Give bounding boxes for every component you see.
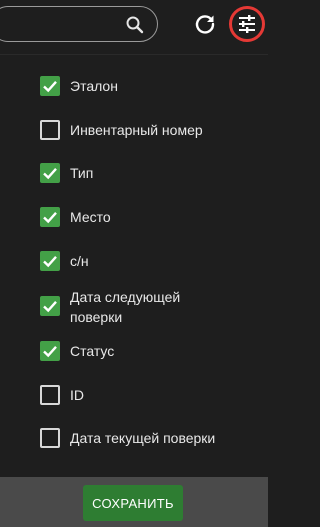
- column-label: ID: [70, 387, 84, 403]
- check-icon: [43, 255, 57, 268]
- checkbox-checked[interactable]: [40, 341, 60, 361]
- checkbox-checked[interactable]: [40, 296, 60, 316]
- checkbox-checked[interactable]: [40, 251, 60, 271]
- list-item[interactable]: Эталон: [40, 76, 240, 96]
- column-label: Эталон: [70, 78, 118, 94]
- checkbox-unchecked[interactable]: [40, 120, 60, 140]
- refresh-icon[interactable]: [193, 12, 217, 36]
- check-icon: [43, 167, 57, 180]
- check-icon: [43, 80, 57, 93]
- checkbox-checked[interactable]: [40, 76, 60, 96]
- list-item[interactable]: ID: [40, 385, 240, 405]
- column-label: Место: [70, 209, 111, 225]
- column-label: Дата текущей поверки: [70, 430, 216, 446]
- checkbox-checked[interactable]: [40, 163, 60, 183]
- save-button[interactable]: СОХРАНИТЬ: [83, 485, 183, 521]
- column-settings-button[interactable]: [229, 6, 265, 42]
- checkbox-unchecked[interactable]: [40, 385, 60, 405]
- list-item[interactable]: Тип: [40, 163, 240, 183]
- check-icon: [43, 211, 57, 224]
- list-item[interactable]: Статус: [40, 341, 240, 361]
- check-icon: [43, 345, 57, 358]
- column-label: с/н: [70, 253, 89, 269]
- column-label: Тип: [70, 165, 94, 181]
- checkbox-unchecked[interactable]: [40, 428, 60, 448]
- tune-icon: [239, 15, 255, 33]
- checkbox-checked[interactable]: [40, 207, 60, 227]
- column-label: Статус: [70, 343, 115, 359]
- check-icon: [43, 300, 57, 313]
- top-toolbar: [0, 0, 268, 54]
- column-label: Дата следующей поверки: [70, 289, 181, 325]
- list-item[interactable]: Дата следующей поверки: [40, 287, 200, 327]
- search-input[interactable]: [0, 6, 158, 42]
- column-label: Инвентарный номер: [70, 122, 203, 138]
- list-item[interactable]: с/н: [40, 251, 240, 271]
- list-item[interactable]: Место: [40, 207, 240, 227]
- list-item[interactable]: Дата текущей поверки: [40, 428, 250, 448]
- footer-bar: СОХРАНИТЬ: [0, 477, 268, 527]
- toolbar-divider: [0, 54, 268, 55]
- search-icon[interactable]: [125, 15, 145, 35]
- list-item[interactable]: Инвентарный номер: [40, 120, 240, 140]
